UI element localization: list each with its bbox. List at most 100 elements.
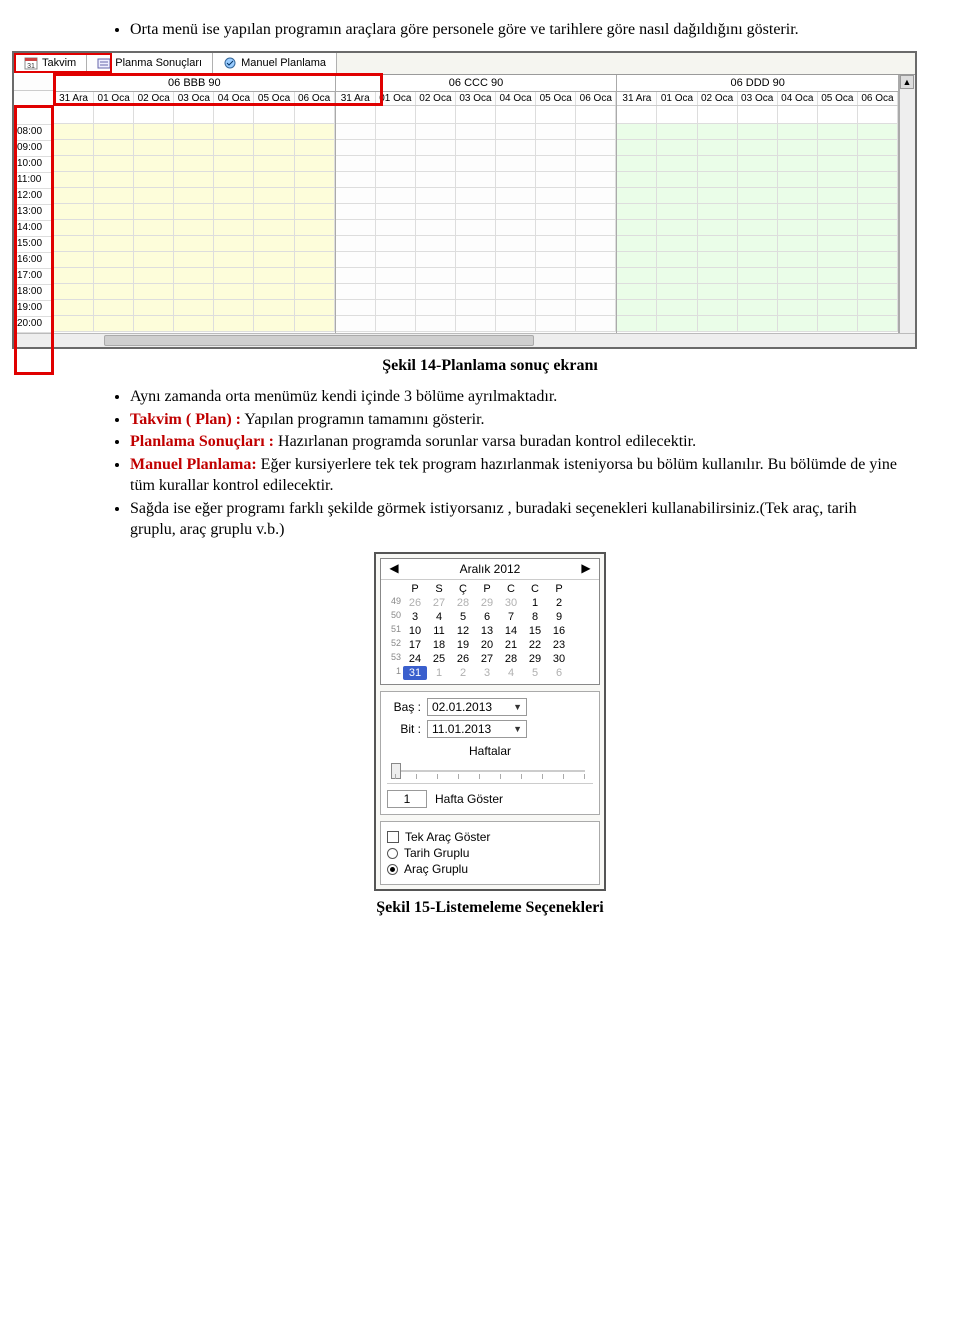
arac-gruplu-radio[interactable] bbox=[387, 864, 398, 875]
grid-cell[interactable] bbox=[336, 140, 376, 156]
grid-cell[interactable] bbox=[174, 252, 214, 268]
grid-cell[interactable] bbox=[336, 156, 376, 172]
grid-cell[interactable] bbox=[818, 124, 858, 140]
grid-cell[interactable] bbox=[214, 236, 254, 252]
grid-cell[interactable] bbox=[576, 300, 616, 316]
grid-cell[interactable] bbox=[134, 220, 174, 236]
grid-cell[interactable] bbox=[416, 252, 456, 268]
grid-cell[interactable] bbox=[54, 300, 94, 316]
grid-cell[interactable] bbox=[416, 300, 456, 316]
grid-cell[interactable] bbox=[496, 124, 536, 140]
grid-cell[interactable] bbox=[295, 124, 335, 140]
grid-cell[interactable] bbox=[456, 316, 496, 332]
grid-cell[interactable] bbox=[576, 188, 616, 204]
grid-cell[interactable] bbox=[738, 204, 778, 220]
calendar-day[interactable]: 8 bbox=[523, 610, 547, 624]
calendar-day[interactable]: 21 bbox=[499, 638, 523, 652]
vertical-scroll-area[interactable]: ▲ bbox=[899, 75, 915, 333]
grid-cell[interactable] bbox=[416, 268, 456, 284]
grid-cell[interactable] bbox=[214, 252, 254, 268]
grid-cell[interactable] bbox=[778, 172, 818, 188]
grid-cell[interactable] bbox=[456, 236, 496, 252]
grid-cell[interactable] bbox=[858, 172, 898, 188]
grid-cell[interactable] bbox=[617, 124, 657, 140]
grid-cell[interactable] bbox=[698, 284, 738, 300]
calendar-prev-icon[interactable]: ◀ bbox=[387, 562, 401, 576]
grid-cell[interactable] bbox=[496, 172, 536, 188]
scroll-up-icon[interactable]: ▲ bbox=[900, 75, 914, 89]
grid-cell[interactable] bbox=[738, 300, 778, 316]
grid-cell[interactable] bbox=[496, 188, 536, 204]
grid-cell[interactable] bbox=[376, 124, 416, 140]
grid-cell[interactable] bbox=[818, 220, 858, 236]
grid-cell[interactable] bbox=[94, 172, 134, 188]
grid-cell[interactable] bbox=[617, 140, 657, 156]
grid-cell[interactable] bbox=[295, 172, 335, 188]
grid-cell[interactable] bbox=[738, 140, 778, 156]
calendar-day[interactable]: 7 bbox=[499, 610, 523, 624]
grid-cell[interactable] bbox=[617, 252, 657, 268]
grid-cell[interactable] bbox=[576, 268, 616, 284]
grid-cell[interactable] bbox=[617, 220, 657, 236]
grid-cell[interactable] bbox=[376, 316, 416, 332]
grid-cell[interactable] bbox=[416, 124, 456, 140]
grid-cell[interactable] bbox=[456, 284, 496, 300]
grid-cell[interactable] bbox=[858, 300, 898, 316]
grid-cell[interactable] bbox=[858, 236, 898, 252]
grid-cell[interactable] bbox=[174, 300, 214, 316]
grid-cell[interactable] bbox=[738, 268, 778, 284]
grid-cell[interactable] bbox=[698, 252, 738, 268]
grid-cell[interactable] bbox=[54, 140, 94, 156]
grid-cell[interactable] bbox=[536, 204, 576, 220]
grid-cell[interactable] bbox=[376, 156, 416, 172]
grid-cell[interactable] bbox=[496, 316, 536, 332]
grid-cell[interactable] bbox=[416, 236, 456, 252]
grid-cell[interactable] bbox=[738, 284, 778, 300]
weeks-slider[interactable] bbox=[387, 760, 593, 784]
grid-cell[interactable] bbox=[858, 140, 898, 156]
grid-cell[interactable] bbox=[94, 300, 134, 316]
grid-cell[interactable] bbox=[496, 220, 536, 236]
grid-cell[interactable] bbox=[536, 140, 576, 156]
grid-cell[interactable] bbox=[54, 268, 94, 284]
grid-cell[interactable] bbox=[536, 236, 576, 252]
grid-cell[interactable] bbox=[295, 220, 335, 236]
calendar-day[interactable]: 28 bbox=[451, 596, 475, 610]
grid-cell[interactable] bbox=[657, 252, 697, 268]
tab-takvim[interactable]: 31Takvim bbox=[14, 53, 87, 75]
grid-cell[interactable] bbox=[496, 140, 536, 156]
grid-cell[interactable] bbox=[496, 236, 536, 252]
grid-cell[interactable] bbox=[416, 284, 456, 300]
grid-cell[interactable] bbox=[174, 188, 214, 204]
grid-cell[interactable] bbox=[617, 316, 657, 332]
grid-cell[interactable] bbox=[295, 284, 335, 300]
grid-cell[interactable] bbox=[134, 316, 174, 332]
calendar-day[interactable]: 6 bbox=[475, 610, 499, 624]
calendar-day[interactable]: 23 bbox=[547, 638, 571, 652]
grid-cell[interactable] bbox=[54, 284, 94, 300]
grid-cell[interactable] bbox=[698, 300, 738, 316]
grid-cell[interactable] bbox=[778, 300, 818, 316]
grid-cell[interactable] bbox=[174, 284, 214, 300]
grid-cell[interactable] bbox=[657, 316, 697, 332]
grid-cell[interactable] bbox=[818, 188, 858, 204]
grid-cell[interactable] bbox=[134, 284, 174, 300]
grid-cell[interactable] bbox=[818, 300, 858, 316]
grid-cell[interactable] bbox=[54, 236, 94, 252]
grid-cell[interactable] bbox=[376, 300, 416, 316]
calendar-day[interactable]: 11 bbox=[427, 624, 451, 638]
grid-cell[interactable] bbox=[94, 140, 134, 156]
grid-cell[interactable] bbox=[657, 140, 697, 156]
grid-cell[interactable] bbox=[576, 140, 616, 156]
calendar-day[interactable]: 16 bbox=[547, 624, 571, 638]
grid-cell[interactable] bbox=[576, 316, 616, 332]
grid-cell[interactable] bbox=[698, 220, 738, 236]
tarih-gruplu-radio[interactable] bbox=[387, 848, 398, 859]
grid-cell[interactable] bbox=[214, 188, 254, 204]
grid-cell[interactable] bbox=[698, 236, 738, 252]
grid-cell[interactable] bbox=[134, 236, 174, 252]
hafta-number-input[interactable]: 1 bbox=[387, 790, 427, 808]
grid-cell[interactable] bbox=[617, 300, 657, 316]
grid-cell[interactable] bbox=[214, 140, 254, 156]
grid-cell[interactable] bbox=[94, 268, 134, 284]
